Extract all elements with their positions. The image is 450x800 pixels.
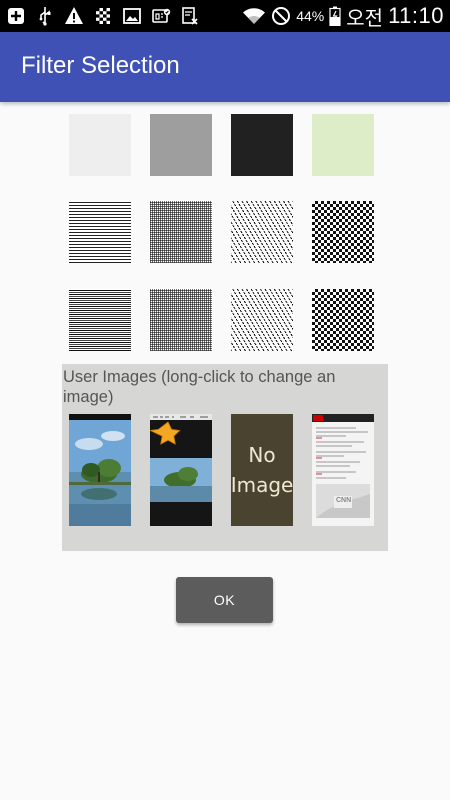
usb-icon	[35, 6, 55, 26]
user-image-screenshot-star[interactable]	[150, 414, 212, 526]
cnn-logo: CNN	[336, 497, 352, 504]
app-bar: Filter Selection	[0, 32, 450, 102]
battery-icon	[329, 6, 341, 26]
user-image-cnn-page[interactable]: CNN	[312, 414, 374, 526]
filter-swatch-diagonal-dashes[interactable]	[231, 201, 293, 263]
status-bar: 44% 오전 11:10	[0, 0, 450, 32]
warning-icon	[64, 6, 84, 26]
checkered-flag-icon	[93, 6, 113, 26]
sim-icon	[151, 6, 171, 26]
filter-swatch-diagonal-dashes-dense[interactable]	[231, 289, 293, 351]
ok-button[interactable]: OK	[176, 577, 273, 623]
page-title: Filter Selection	[21, 52, 180, 79]
status-time: 11:10	[388, 3, 444, 28]
user-image-placeholder[interactable]: No Image	[231, 414, 293, 526]
filter-swatch-black[interactable]	[231, 114, 293, 176]
no-image-text-line1: No	[248, 443, 276, 467]
filter-swatch-fine-grid[interactable]	[150, 201, 212, 263]
status-bar-notifications	[6, 4, 200, 28]
filter-swatch-checkerboard-dense[interactable]	[312, 289, 374, 351]
no-image-text-line2: Image	[231, 473, 293, 497]
gallery-icon	[122, 6, 142, 26]
user-images-panel: User Images (long-click to change an ima…	[62, 364, 388, 551]
filter-swatch-light-gray[interactable]	[69, 114, 131, 176]
status-ampm: 오전	[346, 5, 384, 30]
lake-photo	[69, 414, 131, 526]
status-bar-system: 44% 오전 11:10	[242, 0, 444, 32]
filter-swatch-light-green[interactable]	[312, 114, 374, 176]
filter-swatch-horizontal-lines-dense[interactable]	[69, 289, 131, 351]
wifi-icon	[242, 6, 266, 26]
user-images-label: User Images (long-click to change an ima…	[63, 368, 336, 406]
cnn-page-photo	[312, 414, 374, 526]
add-box-icon	[6, 6, 26, 26]
filter-swatch-gray[interactable]	[150, 114, 212, 176]
filter-swatch-fine-grid-dense[interactable]	[150, 289, 212, 351]
screenshot-photo	[150, 414, 212, 526]
filter-swatch-horizontal-lines[interactable]	[69, 201, 131, 263]
filter-swatch-checkerboard[interactable]	[312, 201, 374, 263]
user-image-lake[interactable]	[69, 414, 131, 526]
sync-icon	[180, 6, 200, 26]
battery-percent: 44%	[296, 8, 325, 24]
do-not-disturb-icon	[271, 6, 291, 26]
